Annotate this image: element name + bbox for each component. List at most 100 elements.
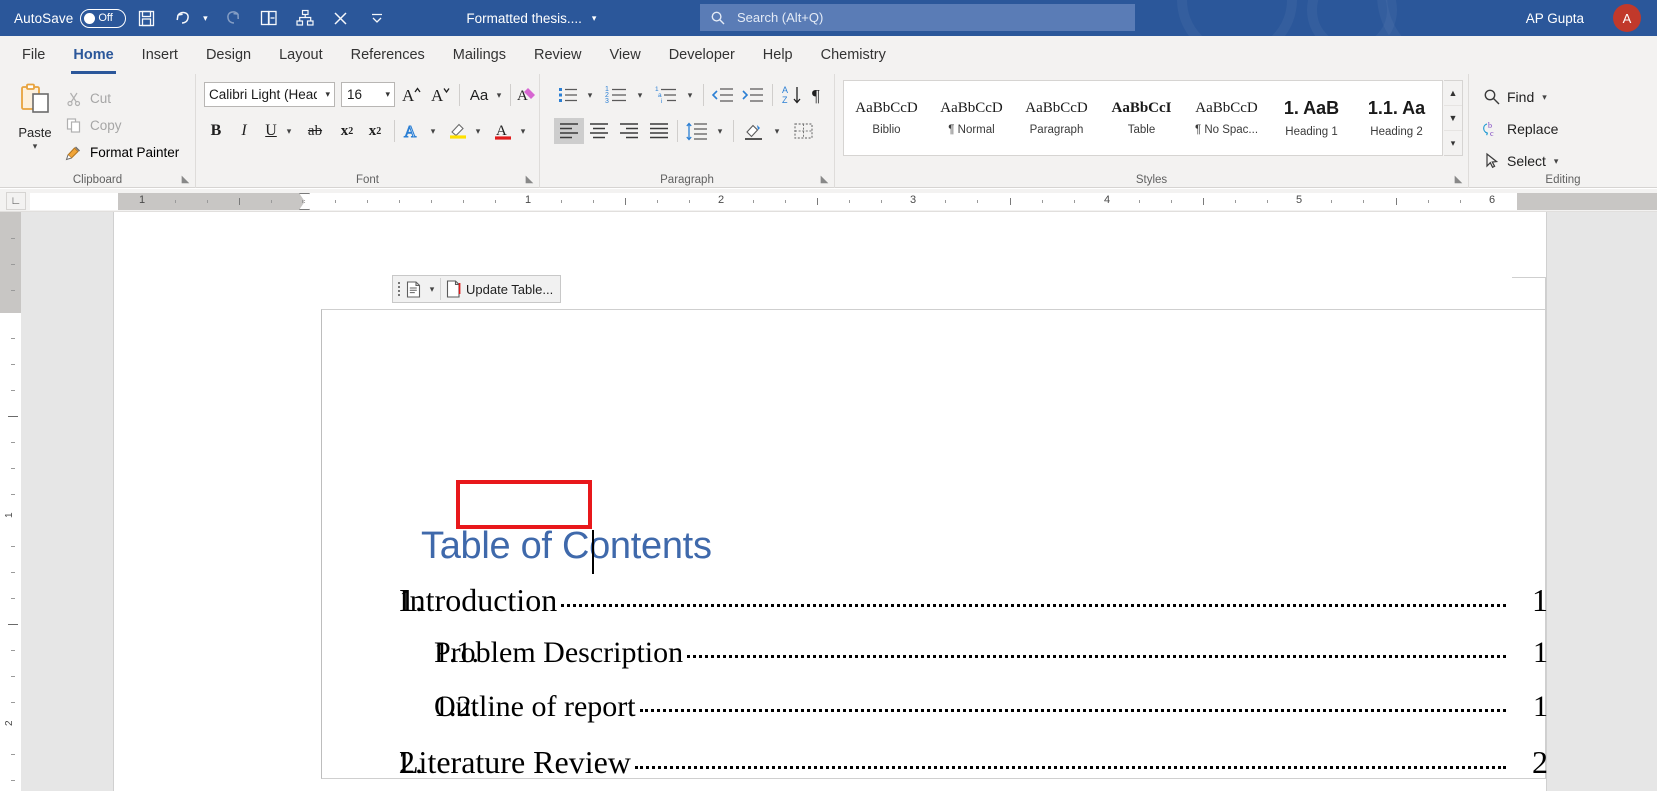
- close-icon[interactable]: [325, 3, 356, 33]
- update-table-button[interactable]: Update Table...: [441, 276, 561, 302]
- duplicate-icon[interactable]: [253, 3, 284, 33]
- toc-entry-row[interactable]: 1.2. Outline of report 1: [114, 690, 1548, 724]
- font-color-button[interactable]: A: [490, 118, 516, 144]
- styles-more-icon[interactable]: ▾: [1444, 131, 1462, 155]
- tab-chemistry[interactable]: Chemistry: [807, 36, 900, 74]
- paragraph-dialog-launcher-icon[interactable]: ◣: [819, 174, 830, 185]
- document-page[interactable]: ▾ Update Table... Table of Contents 1. I…: [113, 212, 1548, 791]
- tab-file[interactable]: File: [8, 36, 59, 74]
- numbering-button[interactable]: 123: [602, 82, 632, 108]
- subscript-button[interactable]: x2: [334, 118, 360, 144]
- line-spacing-caret-icon[interactable]: ▾: [712, 118, 728, 144]
- horizontal-ruler-track[interactable]: 1 1 2 3 4 5 6: [30, 193, 1657, 210]
- save-icon[interactable]: [131, 3, 162, 33]
- style-item-biblio[interactable]: AaBbCcD Biblio: [844, 81, 929, 155]
- drag-handle-icon[interactable]: [393, 276, 402, 302]
- multilevel-caret-icon[interactable]: ▾: [682, 82, 698, 108]
- bold-button[interactable]: B: [204, 118, 228, 144]
- underline-caret-icon[interactable]: ▾: [281, 118, 297, 144]
- copy-button[interactable]: Copy: [62, 113, 122, 138]
- tab-insert[interactable]: Insert: [128, 36, 192, 74]
- toc-entry-row[interactable]: 2. Literature Review 2: [114, 744, 1548, 781]
- superscript-button[interactable]: x2: [362, 118, 388, 144]
- style-item-heading-1[interactable]: 1. AaB Heading 1: [1269, 81, 1354, 155]
- increase-indent-button[interactable]: [738, 82, 768, 108]
- font-name-caret-icon[interactable]: ▾: [325, 89, 330, 100]
- align-center-button[interactable]: [584, 118, 614, 144]
- tab-layout[interactable]: Layout: [265, 36, 337, 74]
- redo-icon[interactable]: [217, 3, 248, 33]
- tab-review[interactable]: Review: [520, 36, 596, 74]
- find-button[interactable]: Find ▾: [1479, 83, 1547, 111]
- clipboard-dialog-launcher-icon[interactable]: ◣: [180, 174, 191, 185]
- replace-button[interactable]: bc Replace: [1479, 115, 1558, 143]
- shading-button[interactable]: [739, 118, 769, 144]
- hierarchy-icon[interactable]: [289, 3, 320, 33]
- toc-control-bar[interactable]: ▾ Update Table...: [392, 275, 562, 303]
- tab-mailings[interactable]: Mailings: [439, 36, 520, 74]
- styles-dialog-launcher-icon[interactable]: ◣: [1453, 174, 1464, 185]
- tab-developer[interactable]: Developer: [655, 36, 749, 74]
- style-item-paragraph[interactable]: AaBbCcD Paragraph: [1014, 81, 1099, 155]
- underline-button[interactable]: U: [259, 118, 283, 144]
- text-effects-caret-icon[interactable]: ▾: [425, 118, 441, 144]
- decrease-font-size-button[interactable]: A: [428, 82, 454, 108]
- format-painter-button[interactable]: Format Painter: [62, 140, 179, 165]
- autosave-toggle[interactable]: Off: [80, 8, 127, 28]
- tab-help[interactable]: Help: [749, 36, 807, 74]
- tab-view[interactable]: View: [596, 36, 655, 74]
- search-box[interactable]: Search (Alt+Q): [700, 4, 1135, 31]
- paste-button[interactable]: Paste ▾: [12, 82, 58, 164]
- undo-icon[interactable]: [167, 3, 198, 33]
- styles-gallery[interactable]: AaBbCcD Biblio AaBbCcD ¶ Normal AaBbCcD …: [843, 80, 1443, 156]
- tab-references[interactable]: References: [337, 36, 439, 74]
- undo-dropdown-caret[interactable]: ▾: [198, 3, 212, 33]
- justify-button[interactable]: [644, 118, 674, 144]
- change-case-caret-icon[interactable]: ▾: [492, 82, 506, 108]
- select-caret-icon[interactable]: ▾: [1554, 156, 1559, 167]
- toc-dropdown-caret-icon[interactable]: ▾: [424, 284, 440, 295]
- style-item-normal[interactable]: AaBbCcD ¶ Normal: [929, 81, 1014, 155]
- font-dialog-launcher-icon[interactable]: ◣: [524, 174, 535, 185]
- line-spacing-button[interactable]: [682, 118, 712, 144]
- italic-button[interactable]: I: [232, 118, 256, 144]
- borders-button[interactable]: [789, 118, 819, 144]
- styles-scroll-up-icon[interactable]: ▲: [1444, 81, 1462, 106]
- style-item-heading-2[interactable]: 1.1. Aa Heading 2: [1354, 81, 1439, 155]
- toc-entry-row[interactable]: 1. Introduction 1: [114, 582, 1548, 619]
- customize-quick-access-icon[interactable]: [361, 3, 392, 33]
- style-item-table[interactable]: AaBbCcI Table: [1099, 81, 1184, 155]
- style-item-no-spacing[interactable]: AaBbCcD ¶ No Spac...: [1184, 81, 1269, 155]
- find-caret-icon[interactable]: ▾: [1542, 92, 1547, 103]
- clear-formatting-button[interactable]: A: [514, 82, 540, 108]
- align-left-button[interactable]: [554, 118, 584, 144]
- styles-scroll-down-icon[interactable]: ▼: [1444, 106, 1462, 131]
- increase-font-size-button[interactable]: A: [399, 82, 425, 108]
- numbering-caret-icon[interactable]: ▾: [632, 82, 648, 108]
- font-name-input[interactable]: Calibri Light (Head ▾: [204, 82, 335, 107]
- font-size-caret-icon[interactable]: ▾: [385, 89, 390, 100]
- change-case-button[interactable]: Aa: [464, 82, 494, 108]
- document-canvas[interactable]: ▾ Update Table... Table of Contents 1. I…: [21, 212, 1657, 791]
- text-effects-button[interactable]: A: [399, 118, 425, 144]
- horizontal-ruler[interactable]: ∟ 1 1 2 3 4 5 6: [0, 189, 1657, 212]
- font-color-caret-icon[interactable]: ▾: [515, 118, 531, 144]
- tab-home[interactable]: Home: [59, 36, 127, 74]
- bullets-button[interactable]: [554, 82, 582, 108]
- highlight-caret-icon[interactable]: ▾: [470, 118, 486, 144]
- strikethrough-button[interactable]: ab: [302, 118, 328, 144]
- multilevel-list-button[interactable]: 1ai: [652, 82, 682, 108]
- user-name[interactable]: AP Gupta: [1526, 0, 1584, 36]
- tab-stop-selector[interactable]: ∟: [6, 192, 26, 210]
- font-size-input[interactable]: 16 ▾: [341, 82, 395, 107]
- paste-dropdown-caret-icon[interactable]: ▾: [33, 141, 38, 152]
- sort-button[interactable]: AZ: [778, 82, 808, 108]
- vertical-ruler[interactable]: 1 2: [0, 212, 21, 791]
- document-title-caret-icon[interactable]: ▾: [592, 13, 597, 24]
- tab-design[interactable]: Design: [192, 36, 265, 74]
- shading-caret-icon[interactable]: ▾: [769, 118, 785, 144]
- show-formatting-marks-button[interactable]: ¶: [806, 82, 832, 108]
- avatar[interactable]: A: [1613, 4, 1641, 32]
- toc-entry-row[interactable]: 1.1. Problem Description 1: [114, 636, 1548, 670]
- select-button[interactable]: Select ▾: [1479, 147, 1558, 175]
